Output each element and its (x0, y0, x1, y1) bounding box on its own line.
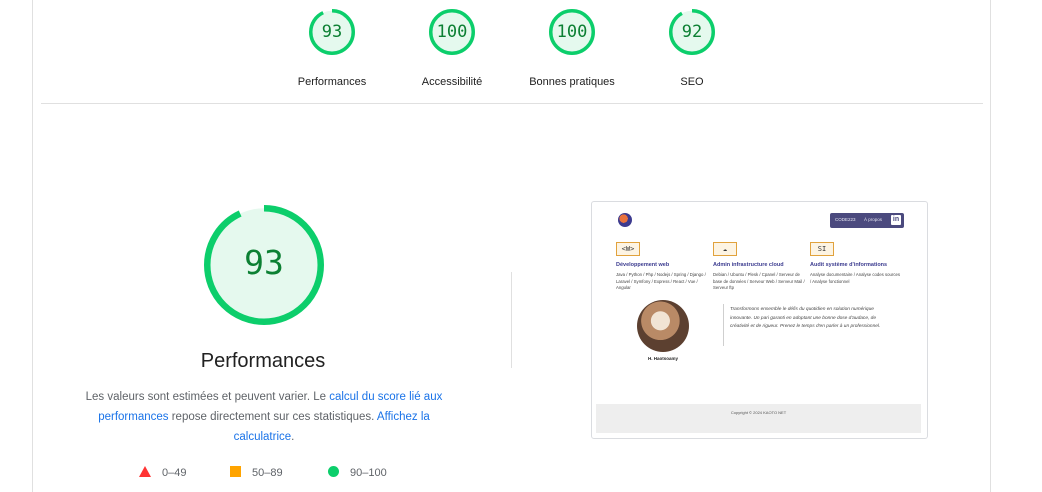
desc-text-2: repose directement sur ces statistiques. (168, 411, 377, 423)
service-desc: Java / Python / Php / Nodejs / Spring / … (616, 272, 706, 290)
card-border-left (32, 0, 33, 492)
main-category-title: Performances (200, 350, 326, 372)
circle-icon (328, 466, 339, 477)
legend-average-range: 50–89 (252, 467, 283, 479)
gauge-seo[interactable]: 92 SEO (632, 8, 752, 88)
gauge-performance[interactable]: 93 Performances (272, 8, 392, 88)
service-title: Audit système d'informations (810, 262, 888, 268)
legend-fail-range: 0–49 (162, 467, 187, 479)
service-cloud: ☁ Admin infrastructure cloud Debian / Ub… (713, 242, 805, 292)
legend-fail: 0–49 (139, 466, 186, 479)
service-audit: SI Audit système d'informations Analyse … (810, 242, 902, 285)
author-name: H. Haotsoamy (647, 356, 678, 361)
legend-pass: 90–100 (328, 466, 387, 479)
gauge-seo-score: 92 (681, 22, 703, 42)
quote-bar (723, 304, 724, 346)
gauge-seo-label: SEO (680, 76, 704, 88)
desc-text-1: Les valeurs sont estimées et peuvent var… (85, 391, 330, 403)
triangle-icon (139, 466, 151, 477)
vertical-divider (511, 272, 512, 368)
gauge-performance-score: 93 (321, 22, 343, 42)
site-footer-text: Copyright © 2024 KAOTO NET (730, 410, 787, 415)
gauge-best-practices[interactable]: 100 Bonnes pratiques (512, 8, 632, 88)
site-footer: Copyright © 2024 KAOTO NET (596, 404, 921, 433)
service-title: Admin infrastructure cloud (713, 262, 784, 268)
legend-average: 50–89 (230, 466, 283, 479)
gauge-best-practices-score: 100 (556, 22, 588, 42)
service-desc: Analyse documentaire / Analyse codes sou… (810, 272, 901, 284)
main-performance-gauge: 93 (203, 204, 325, 326)
score-description: Les valeurs sont estimées et peuvent var… (74, 387, 454, 447)
service-desc: Debian / Ubuntu / Plesk / Cpanel / Serve… (713, 272, 805, 290)
cloud-icon: ☁ (713, 242, 737, 256)
si-icon: SI (810, 242, 834, 256)
author-quote: Transformons ensemble le défis du quotid… (730, 307, 881, 329)
final-screenshot[interactable]: CODE223 À propos in <W> Développement we… (591, 201, 928, 439)
square-icon (230, 466, 241, 477)
service-title: Développement web (616, 262, 670, 268)
gauge-performance-label: Performances (297, 76, 367, 88)
gauge-best-practices-label: Bonnes pratiques (529, 76, 615, 88)
header-divider (41, 103, 983, 104)
main-gauge-score: 93 (244, 243, 284, 282)
gauge-accessibility-label: Accessibilité (421, 76, 483, 88)
gauge-accessibility-score: 100 (436, 22, 468, 42)
card-border-right (990, 0, 991, 492)
gauge-accessibility[interactable]: 100 Accessibilité (392, 8, 512, 88)
desc-text-3: . (291, 431, 295, 443)
legend-pass-range: 90–100 (350, 467, 387, 479)
service-web: <W> Développement web Java / Python / Ph… (616, 242, 708, 292)
author-avatar (637, 300, 689, 352)
site-nav-item: CODE223 (835, 217, 856, 222)
site-nav-item: À propos (864, 217, 883, 222)
linkedin-icon: in (891, 215, 901, 225)
site-logo-icon (618, 213, 632, 227)
site-navbar: CODE223 À propos in (830, 213, 904, 228)
code-icon: <W> (616, 242, 640, 256)
